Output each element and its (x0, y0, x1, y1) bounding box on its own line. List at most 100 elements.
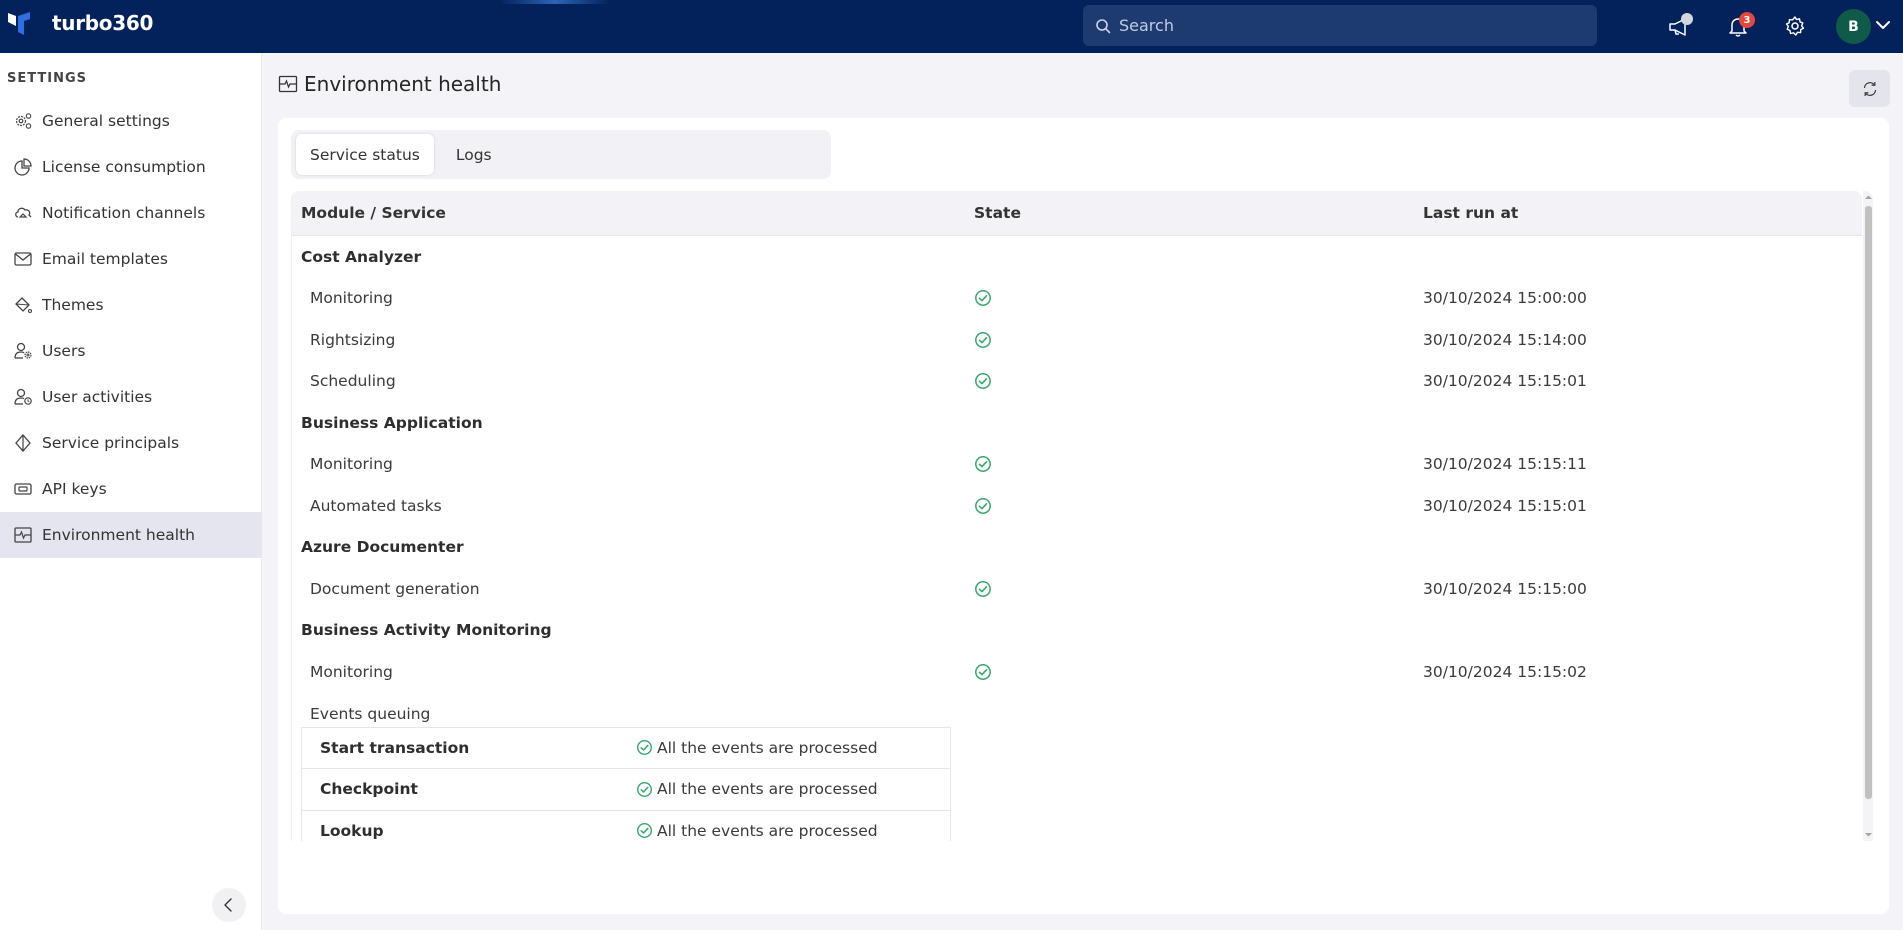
sidebar-item-label: API keys (42, 480, 107, 498)
page-title: Environment health (304, 72, 502, 96)
module-row: Business Application (292, 402, 1862, 444)
service-row: Monitoring 30/10/2024 15:15:02 (292, 651, 1862, 693)
pulse-monitor-icon (278, 75, 298, 93)
queue-status-text: All the events are processed (657, 738, 878, 757)
announcements-button[interactable] (1663, 10, 1695, 42)
service-name: Events queuing (310, 704, 431, 723)
check-circle-icon (975, 290, 991, 307)
table-body: Cost Analyzer Monitoring 30/10/2024 15:0… (292, 236, 1862, 841)
tab-bar: Service status Logs (291, 130, 831, 179)
pulse-monitor-icon (12, 524, 34, 546)
check-circle-icon (975, 580, 991, 597)
search-icon (1096, 18, 1111, 33)
sidebar-item-users[interactable]: Users (0, 328, 262, 374)
queue-row: Checkpoint All the events are processed (302, 769, 950, 811)
service-row: Events queuing (292, 693, 1862, 723)
turbo360-logo-icon (8, 12, 30, 35)
check-circle-icon (975, 373, 991, 390)
events-queuing-table: Start transaction All the events are pro… (301, 726, 951, 841)
last-run-at: 30/10/2024 15:00:00 (1423, 289, 1587, 308)
module-row: Azure Documenter (292, 527, 1862, 569)
last-run-at: 30/10/2024 15:15:02 (1423, 662, 1587, 681)
vertical-scrollbar[interactable] (1863, 191, 1873, 841)
envelope-icon (12, 248, 34, 270)
sidebar-heading: SETTINGS (7, 71, 88, 86)
gears-icon (12, 110, 34, 132)
queue-status: All the events are processed (636, 739, 878, 757)
service-row: Document generation 30/10/2024 15:15:00 (292, 568, 1862, 610)
scroll-down-arrow-icon[interactable] (1864, 830, 1873, 839)
announcement-indicator (1681, 13, 1693, 25)
sidebar-item-label: General settings (42, 112, 170, 130)
content-card: Service status Logs Module / Service Sta… (278, 118, 1889, 914)
scrollbar-thumb[interactable] (1865, 206, 1872, 799)
service-name: Monitoring (310, 289, 393, 308)
gear-icon (1785, 16, 1805, 36)
pie-chart-icon (12, 156, 34, 178)
notifications-button[interactable]: 3 (1722, 10, 1755, 42)
check-circle-icon (636, 823, 653, 839)
service-name: Rightsizing (310, 330, 396, 349)
refresh-button[interactable] (1849, 70, 1890, 107)
queue-name: Lookup (320, 821, 384, 840)
search-input[interactable] (1119, 16, 1559, 35)
sidebar-item-notification-channels[interactable]: Notification channels (0, 190, 262, 236)
module-name: Cost Analyzer (301, 247, 422, 266)
queue-status: All the events are processed (636, 822, 878, 840)
service-row: Scheduling 30/10/2024 15:15:01 (292, 361, 1862, 403)
sidebar-nav: General settings License consumption Not… (0, 98, 262, 558)
sidebar-item-environment-health[interactable]: Environment health (0, 512, 262, 558)
table-header: Module / Service State Last run at (292, 191, 1862, 236)
check-circle-icon (975, 331, 991, 348)
check-circle-icon (636, 740, 653, 756)
module-row: Business Activity Monitoring (292, 610, 1862, 652)
service-name: Scheduling (310, 372, 396, 391)
scroll-up-arrow-icon[interactable] (1864, 193, 1873, 202)
service-name: Monitoring (310, 455, 393, 474)
service-name: Automated tasks (310, 496, 442, 515)
column-header-state[interactable]: State (974, 204, 1021, 222)
diamond-icon (12, 432, 34, 454)
search-box[interactable] (1083, 5, 1597, 46)
sidebar-item-user-activities[interactable]: User activities (0, 374, 262, 420)
chevron-down-icon[interactable] (1874, 16, 1892, 34)
column-header-module-service[interactable]: Module / Service (301, 204, 446, 222)
sidebar-item-email-templates[interactable]: Email templates (0, 236, 262, 282)
queue-name: Checkpoint (320, 780, 418, 799)
brand-name: turbo360 (52, 11, 154, 35)
sidebar-item-label: Service principals (42, 434, 180, 452)
service-name: Monitoring (310, 662, 393, 681)
service-name: Document generation (310, 579, 480, 598)
top-bar-glow (500, 0, 610, 4)
sidebar-item-service-principals[interactable]: Service principals (0, 420, 262, 466)
tab-logs[interactable]: Logs (442, 134, 506, 175)
sidebar-item-themes[interactable]: Themes (0, 282, 262, 328)
user-avatar[interactable]: B (1836, 9, 1871, 44)
check-circle-icon (975, 456, 991, 473)
sidebar-item-label: License consumption (42, 158, 206, 176)
check-circle-icon (636, 781, 653, 797)
chevron-left-icon (224, 898, 232, 912)
column-header-last-run[interactable]: Last run at (1423, 204, 1518, 222)
sidebar-item-general-settings[interactable]: General settings (0, 98, 262, 144)
notification-count-badge: 3 (1739, 12, 1755, 28)
last-run-at: 30/10/2024 15:15:01 (1423, 372, 1587, 391)
queue-status-text: All the events are processed (657, 821, 878, 840)
sidebar-item-label: Themes (42, 296, 104, 314)
service-row: Monitoring 30/10/2024 15:00:00 (292, 278, 1862, 320)
check-circle-icon (975, 663, 991, 680)
brand[interactable]: turbo360 (6, 10, 153, 36)
sidebar-item-label: Notification channels (42, 204, 206, 222)
sidebar-item-label: Environment health (42, 526, 195, 544)
paint-bucket-icon (12, 294, 34, 316)
last-run-at: 30/10/2024 15:15:11 (1423, 455, 1587, 474)
sidebar-item-api-keys[interactable]: API keys (0, 466, 262, 512)
collapse-sidebar-button[interactable] (212, 888, 246, 922)
sidebar-item-license-consumption[interactable]: License consumption (0, 144, 262, 190)
tab-service-status[interactable]: Service status (296, 134, 434, 175)
settings-button[interactable] (1779, 10, 1811, 42)
queue-name: Start transaction (320, 738, 470, 757)
last-run-at: 30/10/2024 15:14:00 (1423, 330, 1587, 349)
page-header: Environment health (278, 72, 501, 96)
module-name: Business Activity Monitoring (301, 621, 552, 640)
